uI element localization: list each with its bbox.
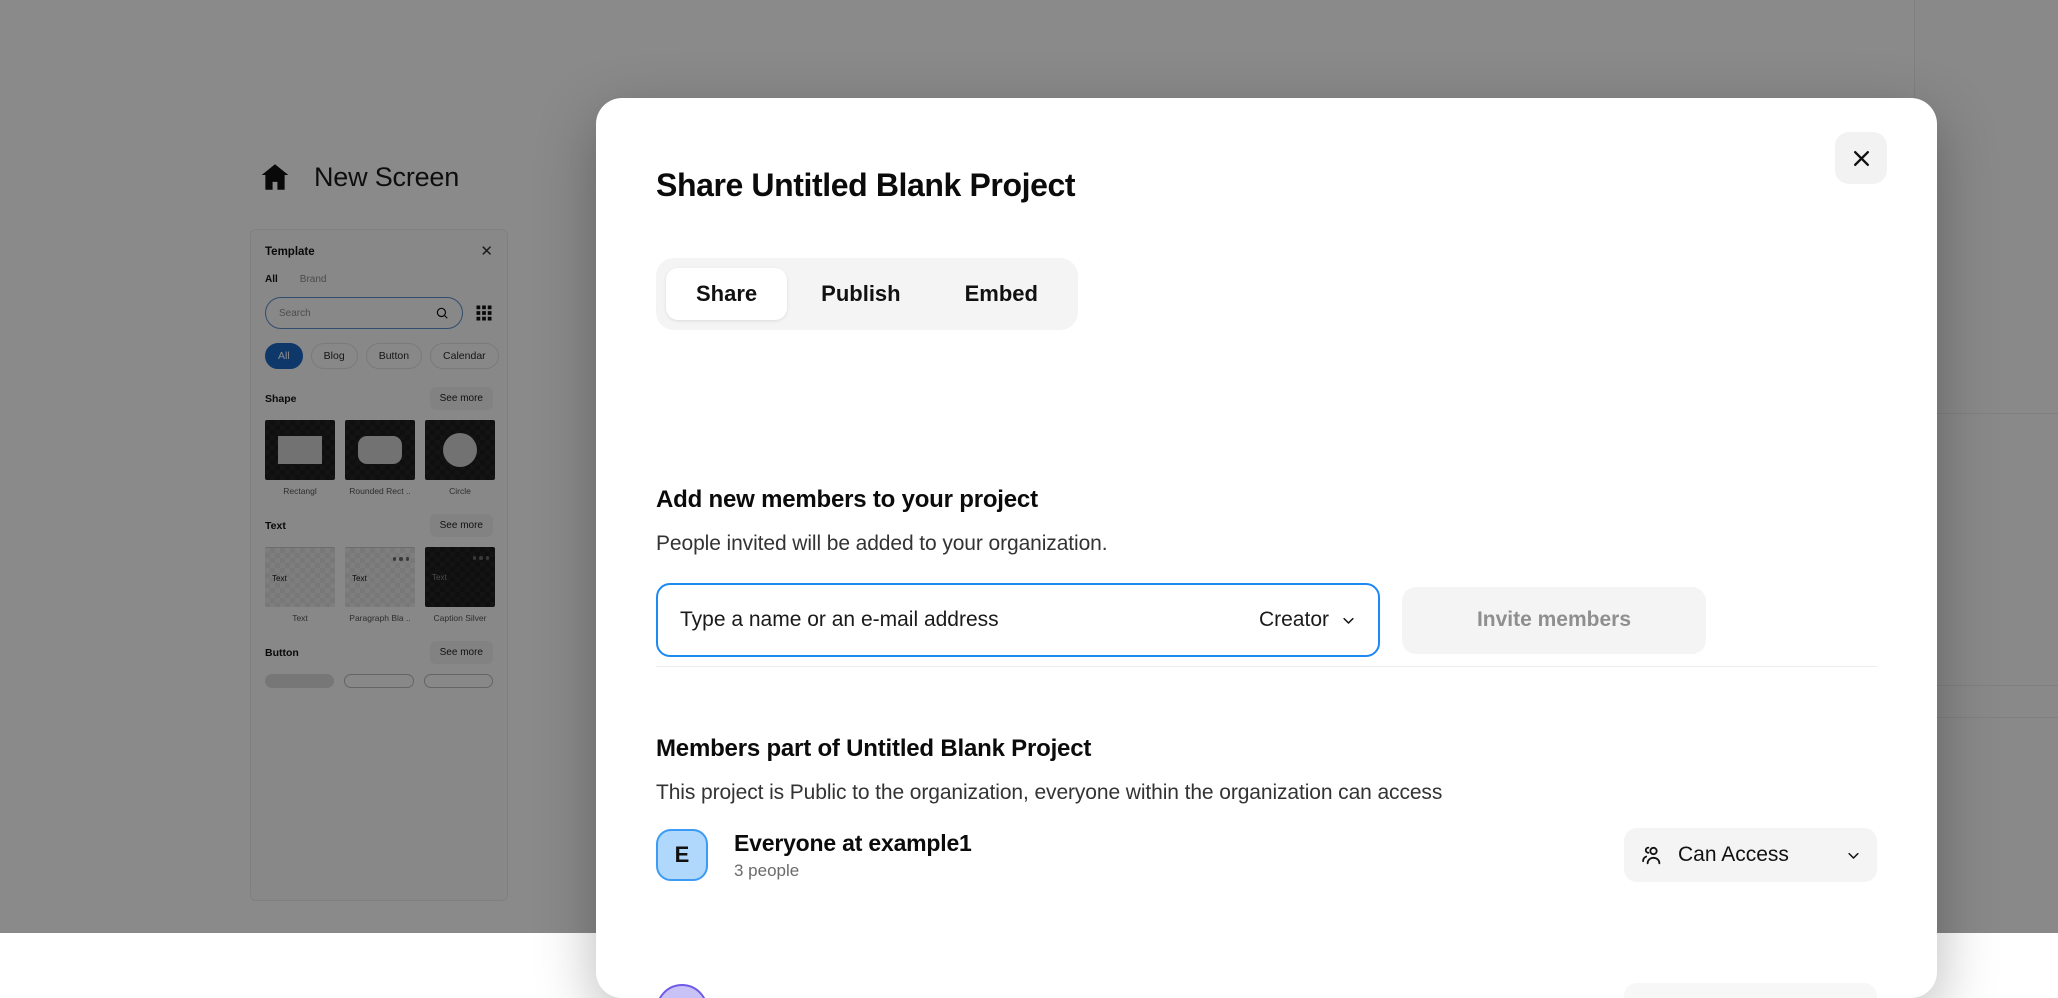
role-select-value: Creator (1259, 608, 1329, 632)
add-members-heading: Add new members to your project (656, 486, 1038, 514)
access-select[interactable]: Can Access (1624, 828, 1877, 882)
share-dialog: Share Untitled Blank Project Share Publi… (596, 98, 1937, 998)
dialog-tabs: Share Publish Embed (656, 258, 1078, 330)
member-info (656, 984, 708, 998)
invite-row: Type a name or an e-mail address Creator… (656, 583, 1706, 657)
access-select[interactable] (1624, 983, 1877, 998)
members-subheading: This project is Public to the organizati… (656, 781, 1442, 805)
close-icon (1852, 149, 1871, 168)
access-select-value: Can Access (1678, 843, 1832, 867)
invite-input-placeholder: Type a name or an e-mail address (680, 608, 999, 632)
tab-share[interactable]: Share (666, 268, 787, 320)
chevron-down-icon (1341, 613, 1356, 628)
table-row: E Everyone at example1 3 people Can Acce… (656, 828, 1877, 882)
close-button[interactable] (1835, 132, 1887, 184)
member-text: Everyone at example1 3 people (734, 830, 972, 881)
tab-publish[interactable]: Publish (791, 268, 930, 320)
member-name: Everyone at example1 (734, 830, 972, 857)
member-meta: 3 people (734, 861, 972, 881)
divider (656, 666, 1877, 667)
member-info: E Everyone at example1 3 people (656, 829, 972, 881)
avatar (656, 984, 708, 998)
table-row (656, 983, 1877, 998)
invite-email-input[interactable]: Type a name or an e-mail address Creator (656, 583, 1380, 657)
chevron-down-icon (1846, 848, 1861, 863)
add-members-subheading: People invited will be added to your org… (656, 532, 1107, 556)
role-select[interactable]: Creator (1259, 608, 1356, 632)
dialog-title: Share Untitled Blank Project (656, 167, 1075, 204)
members-heading: Members part of Untitled Blank Project (656, 735, 1091, 763)
people-icon (1640, 843, 1664, 867)
tab-embed[interactable]: Embed (935, 268, 1068, 320)
avatar: E (656, 829, 708, 881)
invite-members-button[interactable]: Invite members (1402, 587, 1706, 654)
